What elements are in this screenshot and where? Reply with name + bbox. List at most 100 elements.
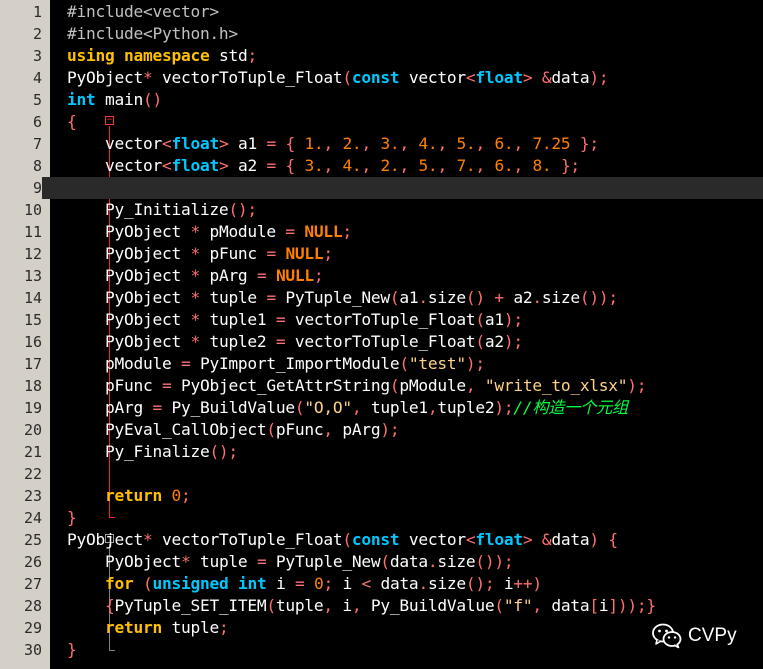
code-line[interactable]: 26 PyObject* tuple = PyTuple_New(data.si… (0, 551, 763, 573)
identifier-token: Py_Finalize (67, 442, 210, 461)
code-text[interactable]: for (unsigned int i = 0; i < data.size()… (67, 573, 542, 595)
line-number: 28 (23, 597, 42, 615)
code-text[interactable]: PyObject * tuple2 = vectorToTuple_Float(… (67, 331, 523, 353)
code-line[interactable]: 8 vector<float> a2 = { 3., 4., 2., 5., 7… (0, 155, 763, 177)
operator-token: . (418, 288, 428, 307)
code-text[interactable]: return 0; (67, 485, 191, 507)
code-text[interactable]: using namespace std; (67, 45, 257, 67)
operator-token: ()); (579, 288, 618, 307)
code-line[interactable]: 12 PyObject * pFunc = NULL; (0, 243, 763, 265)
code-text[interactable]: PyEval_CallObject(pFunc, pArg); (67, 419, 400, 441)
number-token: 2. (380, 156, 400, 175)
keyword-token: return (104, 618, 162, 637)
line-number: 20 (23, 421, 42, 439)
code-text[interactable]: #include<vector> (67, 1, 219, 23)
code-line[interactable]: 5 int main() (0, 89, 763, 111)
code-line[interactable]: 4 PyObject* vectorToTuple_Float(const vec… (0, 67, 763, 89)
operator-token: , (399, 156, 409, 175)
code-text[interactable]: PyObject * tuple1 = vectorToTuple_Float(… (67, 309, 523, 331)
identifier-token (409, 156, 419, 175)
code-line[interactable]: 27 for (unsigned int i = 0; i < data.siz… (0, 573, 763, 595)
code-line[interactable]: 6{ (0, 111, 763, 133)
code-line[interactable]: 30} (0, 639, 763, 661)
code-text[interactable]: return tuple; (67, 617, 229, 639)
identifier-token: i (332, 596, 352, 615)
code-line[interactable]: 28 {PyTuple_SET_ITEM(tuple, i, Py_BuildV… (0, 595, 763, 617)
number-token: 5. (456, 134, 476, 153)
code-text[interactable]: PyObject* vectorToTuple_Float(const vect… (67, 67, 609, 89)
code-line[interactable]: 22 (0, 463, 763, 485)
code-text[interactable]: vector<float> a2 = { 3., 4., 2., 5., 7.,… (67, 155, 580, 177)
operator-token: , (513, 134, 523, 153)
line-number: 14 (23, 289, 42, 307)
code-text[interactable]: Py_Finalize(); (67, 441, 238, 463)
identifier-token (447, 134, 457, 153)
identifier-token: data (370, 574, 419, 593)
code-text[interactable]: pFunc = PyObject_GetAttrString(pModule, … (67, 375, 647, 397)
code-text[interactable]: PyObject * pFunc = NULL; (67, 243, 333, 265)
code-text[interactable]: PyObject * pModule = NULL; (67, 221, 352, 243)
code-text[interactable]: PyObject* vectorToTuple_Float(const vect… (67, 529, 618, 551)
keyword-token: using (67, 46, 115, 65)
code-text[interactable]: } (67, 639, 77, 661)
code-text[interactable]: vector<float> a1 = { 1., 2., 3., 4., 5.,… (67, 133, 599, 155)
code-text[interactable]: PyObject * pArg = NULL; (67, 265, 324, 287)
operator-token: = (266, 134, 276, 153)
code-line[interactable]: 10 Py_Initialize(); (0, 199, 763, 221)
string-token: "f" (503, 596, 533, 615)
identifier-token: PyObject (67, 244, 191, 263)
code-line[interactable]: 9 (0, 177, 763, 199)
code-text[interactable]: #include<Python.h> (67, 23, 238, 45)
code-text[interactable]: Py_Initialize(); (67, 199, 257, 221)
code-line[interactable]: 14 PyObject * tuple = PyTuple_New(a1.siz… (0, 287, 763, 309)
code-line[interactable]: 15 PyObject * tuple1 = vectorToTuple_Flo… (0, 309, 763, 331)
code-line[interactable]: 7 vector<float> a1 = { 1., 2., 3., 4., 5… (0, 133, 763, 155)
identifier-token: i (494, 574, 514, 593)
code-text[interactable]: pArg = Py_BuildValue("O,O", tuple1,tuple… (67, 397, 628, 419)
identifier-token (475, 376, 485, 395)
code-line[interactable]: 17 pModule = PyImport_ImportModule("test… (0, 353, 763, 375)
operator-token: . (427, 552, 438, 571)
code-text[interactable]: PyObject* tuple = PyTuple_New(data.size(… (67, 551, 514, 573)
code-text[interactable]: pModule = PyImport_ImportModule("test"); (67, 353, 485, 375)
code-line[interactable]: 23 return 0; (0, 485, 763, 507)
identifier-token: PyObject (67, 266, 191, 285)
operator-token: = (266, 244, 276, 263)
identifier-token: PyObject (67, 222, 191, 241)
code-line[interactable]: 1 #include<vector> (0, 1, 763, 23)
code-line[interactable]: 11 PyObject * pModule = NULL; (0, 221, 763, 243)
code-line[interactable]: 29 return tuple; (0, 617, 763, 639)
identifier-token (276, 134, 286, 153)
code-line[interactable]: 21 Py_Finalize(); (0, 441, 763, 463)
identifier-token: vectorToTuple_Float (285, 332, 476, 351)
identifier-token (266, 266, 276, 285)
code-line[interactable]: 25 PyObject* vectorToTuple_Float(const ve… (0, 529, 763, 551)
code-editor[interactable]: − − 1 #include<vector> 2 #include<Python.h>… (0, 0, 763, 669)
code-line[interactable]: 19 pArg = Py_BuildValue("O,O", tuple1,tu… (0, 397, 763, 419)
code-line[interactable]: 2 #include<Python.h> (0, 23, 763, 45)
operator-token: ( (342, 68, 352, 87)
code-line[interactable]: 13 PyObject * pArg = NULL; (0, 265, 763, 287)
line-number: 30 (23, 641, 42, 659)
code-text[interactable]: int main() (67, 89, 162, 111)
operator-token: & (541, 68, 552, 87)
code-text[interactable]: {PyTuple_SET_ITEM(tuple, i, Py_BuildValu… (67, 595, 656, 617)
code-text[interactable]: } (67, 507, 77, 529)
wechat-icon (652, 623, 682, 649)
line-number: 25 (23, 531, 42, 549)
operator-token: ); (627, 376, 647, 395)
line-number: 2 (32, 25, 42, 43)
code-line[interactable]: 20 PyEval_CallObject(pFunc, pArg); (0, 419, 763, 441)
code-text[interactable]: { (67, 111, 77, 133)
identifier-token (114, 46, 124, 65)
code-text[interactable]: PyObject * tuple = PyTuple_New(a1.size()… (67, 287, 618, 309)
comment-token: 构造一个元组 (532, 398, 628, 417)
operator-token: (); (465, 574, 495, 593)
identifier-token (551, 156, 561, 175)
line-number: 22 (23, 465, 42, 483)
code-line[interactable]: 16 PyObject * tuple2 = vectorToTuple_Flo… (0, 331, 763, 353)
code-line[interactable]: 3 using namespace std; (0, 45, 763, 67)
code-line[interactable]: 18 pFunc = PyObject_GetAttrString(pModul… (0, 375, 763, 397)
identifier-token (599, 530, 609, 549)
code-line[interactable]: 24} (0, 507, 763, 529)
